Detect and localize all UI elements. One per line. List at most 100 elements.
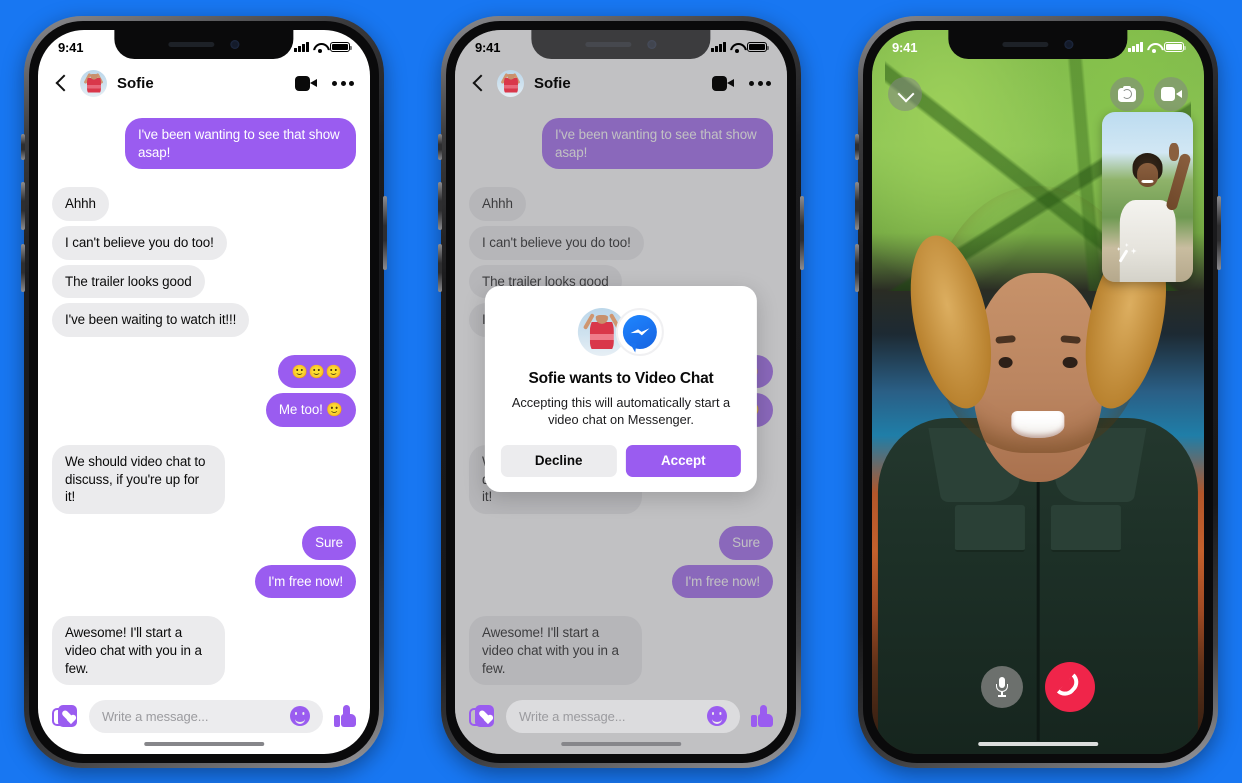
- message-bubble: I'm free now!: [255, 564, 356, 599]
- home-indicator[interactable]: [978, 741, 1098, 746]
- contact-avatar[interactable]: [497, 69, 524, 97]
- chat-header: Sofie: [38, 60, 370, 106]
- message-bubble: Sure: [302, 526, 356, 560]
- magic-wand-icon[interactable]: [1115, 243, 1137, 265]
- toggle-video-button[interactable]: [1154, 77, 1188, 111]
- thumb-pad: [334, 715, 340, 727]
- status-icons: [711, 42, 769, 53]
- message-row: I'm free now!: [52, 564, 356, 599]
- video-camera-icon: [1160, 87, 1182, 101]
- contact-name: Sofie: [117, 74, 154, 92]
- call-top-controls: [872, 74, 1204, 114]
- volume-up-button[interactable]: [855, 182, 859, 230]
- microphone-icon: [996, 677, 1008, 697]
- status-time: 9:41: [475, 39, 501, 55]
- gift-card-icon[interactable]: [52, 704, 78, 728]
- power-button[interactable]: [383, 196, 387, 270]
- volume-down-button[interactable]: [855, 244, 859, 292]
- signal-bars-icon: [711, 42, 726, 52]
- heart-shape: [479, 711, 490, 721]
- gift-card-icon[interactable]: [469, 704, 495, 728]
- volume-up-button[interactable]: [21, 182, 25, 230]
- emoji-smiley-icon[interactable]: [290, 706, 310, 726]
- chat-header: Sofie: [455, 60, 787, 106]
- chevron-down-icon: [899, 88, 912, 101]
- message-input-placeholder: Write a message...: [519, 708, 626, 724]
- phone-3-bezel: 9:41: [863, 21, 1213, 763]
- gift-card-front: [475, 704, 494, 727]
- status-icons: [1128, 42, 1186, 53]
- thumb-up-part: [343, 705, 350, 715]
- avatar-figure: [589, 314, 614, 354]
- call-top-right-controls: [1110, 77, 1188, 111]
- message-row: The trailer looks good: [52, 264, 356, 299]
- mute-switch[interactable]: [855, 134, 859, 160]
- emoji-smiley-icon[interactable]: [707, 706, 727, 726]
- message-row: I can't believe you do too!: [52, 226, 356, 260]
- message-bubble: We should video chat to discuss, if you'…: [52, 444, 226, 515]
- contact-name: Sofie: [534, 74, 571, 92]
- video-call-icon[interactable]: [712, 75, 735, 91]
- notch: [948, 30, 1128, 59]
- mute-switch[interactable]: [21, 134, 25, 160]
- thumb-hand: [341, 714, 356, 727]
- signal-bars-icon: [1128, 42, 1143, 52]
- battery-icon: [330, 42, 352, 52]
- end-call-icon: [1057, 673, 1084, 700]
- minimize-call-button[interactable]: [888, 77, 922, 111]
- back-button-icon[interactable]: [471, 76, 485, 90]
- message-bubble: I can't believe you do too!: [52, 226, 227, 260]
- message-row: I've been waiting to watch it!!!: [52, 303, 356, 338]
- header-actions: [712, 75, 771, 91]
- gift-card-front: [58, 704, 77, 727]
- message-bubble: Awesome! I'll start a video chat with yo…: [52, 616, 226, 686]
- end-call-button[interactable]: [1045, 662, 1095, 712]
- message-input[interactable]: Write a message...: [506, 699, 740, 733]
- message-bubble: Me too! 🙂: [265, 393, 356, 427]
- volume-up-button[interactable]: [438, 182, 442, 230]
- flip-camera-button[interactable]: [1110, 77, 1144, 111]
- message-list: I've been wanting to see that show asap!…: [38, 106, 370, 692]
- message-row: I've been wanting to see that show asap!: [52, 118, 356, 170]
- phone-2-dialog: 9:41 Sofie I've been wanting to see that…: [438, 16, 804, 768]
- header-actions: [295, 75, 354, 91]
- video-call-icon[interactable]: [295, 75, 318, 91]
- notch: [114, 30, 294, 59]
- message-row: Sure: [52, 526, 356, 560]
- home-indicator[interactable]: [561, 741, 681, 746]
- self-view-pip[interactable]: [1102, 112, 1193, 282]
- more-options-icon[interactable]: [332, 80, 354, 86]
- thumb-pad: [751, 715, 757, 727]
- messenger-logo-icon: [615, 308, 664, 356]
- volume-down-button[interactable]: [438, 244, 442, 292]
- pip-arm: [1165, 152, 1192, 211]
- decline-button[interactable]: Decline: [500, 444, 617, 477]
- more-options-icon[interactable]: [749, 80, 771, 86]
- accept-button[interactable]: Accept: [625, 444, 742, 477]
- power-button[interactable]: [800, 196, 804, 270]
- back-button-icon[interactable]: [54, 76, 68, 90]
- message-bubble: Ahhh: [52, 187, 109, 222]
- phone-2-bezel: 9:41 Sofie I've been wanting to see that…: [446, 21, 796, 763]
- power-button[interactable]: [1217, 196, 1221, 270]
- thumb-hand: [758, 714, 773, 727]
- thumbs-up-icon[interactable]: [751, 705, 773, 727]
- message-input[interactable]: Write a message...: [89, 699, 323, 733]
- call-bottom-controls: [872, 662, 1204, 712]
- contact-avatar[interactable]: [80, 69, 107, 97]
- home-indicator[interactable]: [144, 741, 264, 746]
- thumb-up-part: [760, 705, 767, 715]
- mute-microphone-button[interactable]: [981, 666, 1023, 708]
- phone-1-chat: 9:41 Sofie I've been wanting to see that…: [21, 16, 387, 768]
- earpiece-speaker: [1002, 42, 1049, 47]
- mute-switch[interactable]: [438, 134, 442, 160]
- pip-hand: [1169, 142, 1180, 162]
- phone-1-screen: 9:41 Sofie I've been wanting to see that…: [38, 30, 370, 754]
- thumbs-up-icon[interactable]: [334, 705, 356, 727]
- avatar-figure: [503, 73, 518, 95]
- volume-down-button[interactable]: [21, 244, 25, 292]
- message-row: 🙂🙂🙂: [52, 355, 356, 389]
- flip-camera-icon: [1118, 86, 1136, 102]
